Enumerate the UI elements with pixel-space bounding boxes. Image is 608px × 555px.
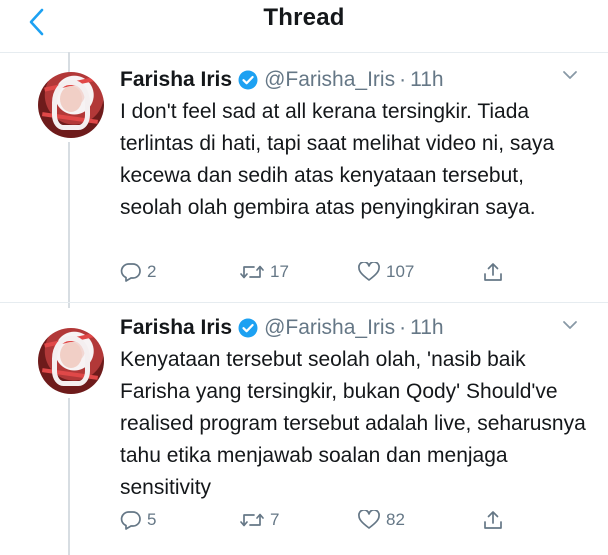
chevron-down-icon bbox=[561, 71, 579, 88]
reply-icon bbox=[120, 262, 142, 282]
page-title: Thread bbox=[263, 4, 345, 31]
retweet-button[interactable]: 17 bbox=[239, 259, 289, 285]
thread-connector-line bbox=[68, 398, 70, 555]
reply-button[interactable]: 5 bbox=[120, 507, 156, 533]
thread-connector-line bbox=[68, 142, 70, 308]
separator: · bbox=[399, 68, 407, 91]
reply-count: 5 bbox=[147, 510, 157, 529]
reply-icon bbox=[120, 510, 142, 530]
heart-icon bbox=[357, 262, 381, 282]
username[interactable]: @Farisha_Iris bbox=[264, 68, 395, 92]
retweet-button[interactable]: 7 bbox=[239, 507, 279, 533]
display-name[interactable]: Farisha Iris bbox=[120, 316, 232, 340]
timestamp[interactable]: 11h bbox=[410, 316, 443, 340]
retweet-count: 17 bbox=[270, 262, 289, 281]
tweet-divider bbox=[0, 302, 608, 303]
share-button[interactable] bbox=[482, 507, 504, 533]
separator: · bbox=[399, 316, 407, 339]
more-options-button[interactable] bbox=[561, 316, 579, 334]
share-icon bbox=[482, 261, 504, 283]
retweet-count: 7 bbox=[270, 510, 280, 529]
tweet-header: Farisha Iris @Farisha_Iris · 11h bbox=[120, 66, 444, 94]
retweet-icon bbox=[239, 262, 265, 282]
reply-button[interactable]: 2 bbox=[120, 259, 156, 285]
avatar[interactable] bbox=[38, 328, 104, 394]
heart-icon bbox=[357, 510, 381, 530]
username[interactable]: @Farisha_Iris bbox=[264, 316, 395, 340]
share-icon bbox=[482, 509, 504, 531]
reply-count: 2 bbox=[147, 262, 157, 281]
thread-header: Thread bbox=[0, 0, 608, 53]
tweet-actions: 2 17 107 bbox=[120, 259, 510, 285]
chevron-down-icon bbox=[561, 321, 579, 338]
avatar[interactable] bbox=[38, 72, 104, 138]
verified-badge-icon bbox=[238, 70, 258, 90]
like-count: 82 bbox=[386, 510, 405, 529]
like-button[interactable]: 82 bbox=[357, 507, 405, 533]
verified-badge-icon bbox=[238, 318, 258, 338]
tweet-actions: 5 7 82 bbox=[120, 507, 510, 533]
more-options-button[interactable] bbox=[561, 66, 579, 84]
tweet-text: Kenyataan tersebut seolah olah, 'nasib b… bbox=[120, 348, 586, 499]
like-button[interactable]: 107 bbox=[357, 259, 414, 285]
retweet-icon bbox=[239, 510, 265, 530]
display-name[interactable]: Farisha Iris bbox=[120, 68, 232, 92]
share-button[interactable] bbox=[482, 259, 504, 285]
like-count: 107 bbox=[386, 262, 415, 281]
timestamp[interactable]: 11h bbox=[410, 68, 443, 92]
thread-connector-line bbox=[68, 52, 70, 74]
tweet-text: I don't feel sad at all kerana tersingki… bbox=[120, 100, 555, 219]
tweet-header: Farisha Iris @Farisha_Iris · 11h bbox=[120, 314, 444, 342]
